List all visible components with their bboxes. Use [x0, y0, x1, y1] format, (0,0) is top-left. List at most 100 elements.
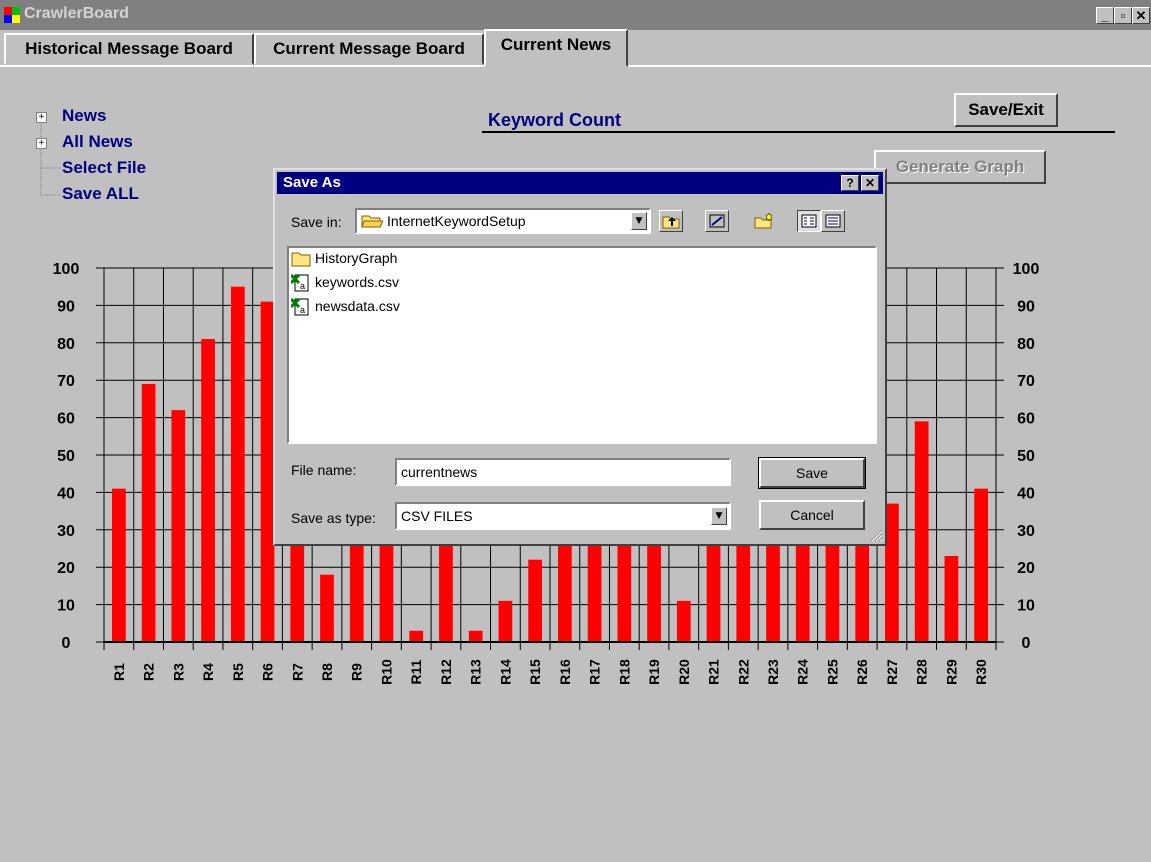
dropdown-arrow-icon[interactable]: ▼: [631, 212, 647, 230]
tab-historical-message-board[interactable]: Historical Message Board: [4, 33, 254, 65]
dialog-title: Save As: [283, 174, 341, 191]
dialog-close-button[interactable]: ✕: [861, 175, 879, 191]
x-tick-label: R19: [646, 659, 662, 685]
y-tick-label: 90: [57, 298, 75, 315]
new-folder-icon[interactable]: [751, 210, 775, 232]
minimize-button[interactable]: _: [1096, 7, 1114, 24]
x-tick-label: R30: [973, 659, 989, 685]
x-tick-label: R2: [141, 663, 157, 681]
y-tick-label-right: 80: [1017, 336, 1035, 353]
tree-item-all-news[interactable]: All News: [62, 132, 133, 152]
x-tick-label: R18: [616, 659, 632, 685]
x-tick-label: R20: [676, 659, 692, 685]
bar: [587, 529, 602, 642]
expand-icon[interactable]: +: [36, 112, 47, 123]
file-name-label: File name:: [291, 462, 357, 478]
file-name: keywords.csv: [315, 274, 400, 290]
bar: [974, 488, 988, 642]
file-list[interactable]: HistoryGraph a keywords.csv a newsdata.c…: [287, 246, 877, 444]
y-tick-label: 20: [57, 560, 75, 577]
title-bar: CrawlerBoard _ ▫ ✕: [0, 0, 1151, 30]
bar: [320, 574, 334, 642]
save-as-type-label: Save as type:: [291, 510, 376, 526]
y-tick-label: 40: [57, 485, 75, 502]
x-tick-label: R16: [557, 659, 573, 685]
y-tick-label: 80: [57, 336, 75, 353]
file-name-value: currentnews: [401, 464, 478, 480]
tab-current-news[interactable]: Current News: [484, 29, 628, 67]
x-tick-label: R17: [587, 659, 603, 685]
folder-open-icon: [361, 213, 384, 234]
x-tick-label: R11: [408, 659, 424, 684]
bar: [885, 503, 899, 642]
x-tick-label: R12: [438, 659, 454, 685]
folder-icon: [291, 251, 311, 272]
bar: [944, 555, 959, 642]
x-tick-label: R4: [200, 663, 216, 681]
bar: [676, 600, 691, 642]
help-button[interactable]: ?: [841, 175, 859, 191]
bar: [617, 529, 632, 642]
maximize-button[interactable]: ▫: [1114, 7, 1132, 24]
x-tick-label: R1: [111, 663, 127, 681]
bar: [141, 383, 156, 642]
save-as-type-dropdown[interactable]: CSV FILES ▼: [395, 502, 731, 530]
close-button[interactable]: ✕: [1132, 7, 1150, 24]
chart-heading: Keyword Count: [488, 110, 621, 130]
save-in-dropdown[interactable]: InternetKeywordSetup ▼: [355, 208, 651, 234]
y-tick-label-right: 60: [1017, 411, 1035, 428]
tree-item-select-file[interactable]: Select File: [62, 158, 146, 178]
bar: [498, 600, 513, 642]
y-tick-label-right: 70: [1017, 373, 1035, 390]
y-tick-label: 100: [53, 261, 80, 278]
x-tick-label: R27: [884, 659, 900, 685]
resize-grip-icon[interactable]: [869, 528, 883, 542]
bar: [171, 410, 186, 642]
bar: [468, 630, 483, 642]
y-tick-label: 50: [57, 448, 75, 465]
bar: [112, 488, 126, 642]
save-button[interactable]: Save: [758, 457, 866, 489]
tree-item-news[interactable]: News: [62, 106, 106, 126]
app-icon: [4, 7, 20, 23]
news-tree: + + News All News Select File Save ALL: [36, 105, 176, 210]
x-tick-label: R25: [824, 659, 840, 685]
x-tick-label: R15: [527, 659, 543, 685]
save-exit-button[interactable]: Save/Exit: [954, 93, 1058, 127]
dropdown-arrow-icon[interactable]: ▼: [711, 507, 727, 525]
x-tick-label: R24: [795, 659, 811, 685]
x-tick-label: R10: [378, 659, 394, 685]
tree-item-save-all[interactable]: Save ALL: [62, 184, 139, 204]
generate-graph-button[interactable]: Generate Graph: [874, 150, 1046, 184]
x-tick-label: R5: [230, 663, 246, 681]
file-name: HistoryGraph: [315, 250, 398, 266]
x-tick-label: R14: [497, 659, 513, 685]
list-view-icon[interactable]: [797, 210, 821, 232]
cancel-button[interactable]: Cancel: [759, 500, 865, 530]
svg-text:a: a: [300, 305, 305, 315]
dialog-title-bar: Save As ? ✕: [277, 172, 883, 194]
window-title: CrawlerBoard: [24, 5, 129, 22]
bar: [528, 559, 542, 642]
file-name-input[interactable]: currentnews: [395, 458, 731, 486]
y-tick-label-right: 50: [1017, 448, 1035, 465]
y-tick-label-right: 0: [1022, 635, 1031, 652]
y-tick-label-right: 90: [1017, 298, 1035, 315]
x-tick-label: R6: [260, 663, 276, 681]
y-tick-label-right: 20: [1017, 560, 1035, 577]
y-tick-label: 0: [62, 635, 71, 652]
y-tick-label-right: 30: [1017, 523, 1035, 540]
up-one-level-icon[interactable]: [659, 210, 683, 232]
expand-icon[interactable]: +: [36, 138, 47, 149]
x-tick-label: R3: [170, 663, 186, 681]
tab-current-message-board[interactable]: Current Message Board: [254, 33, 484, 65]
x-tick-label: R7: [289, 663, 305, 681]
bar: [409, 630, 424, 642]
desktop-icon[interactable]: [705, 210, 729, 232]
x-tick-label: R13: [468, 659, 484, 685]
save-in-value: InternetKeywordSetup: [387, 213, 526, 229]
x-tick-label: R8: [319, 663, 335, 681]
x-tick-label: R22: [735, 659, 751, 685]
details-view-icon[interactable]: [821, 210, 845, 232]
x-tick-label: R26: [854, 659, 870, 685]
